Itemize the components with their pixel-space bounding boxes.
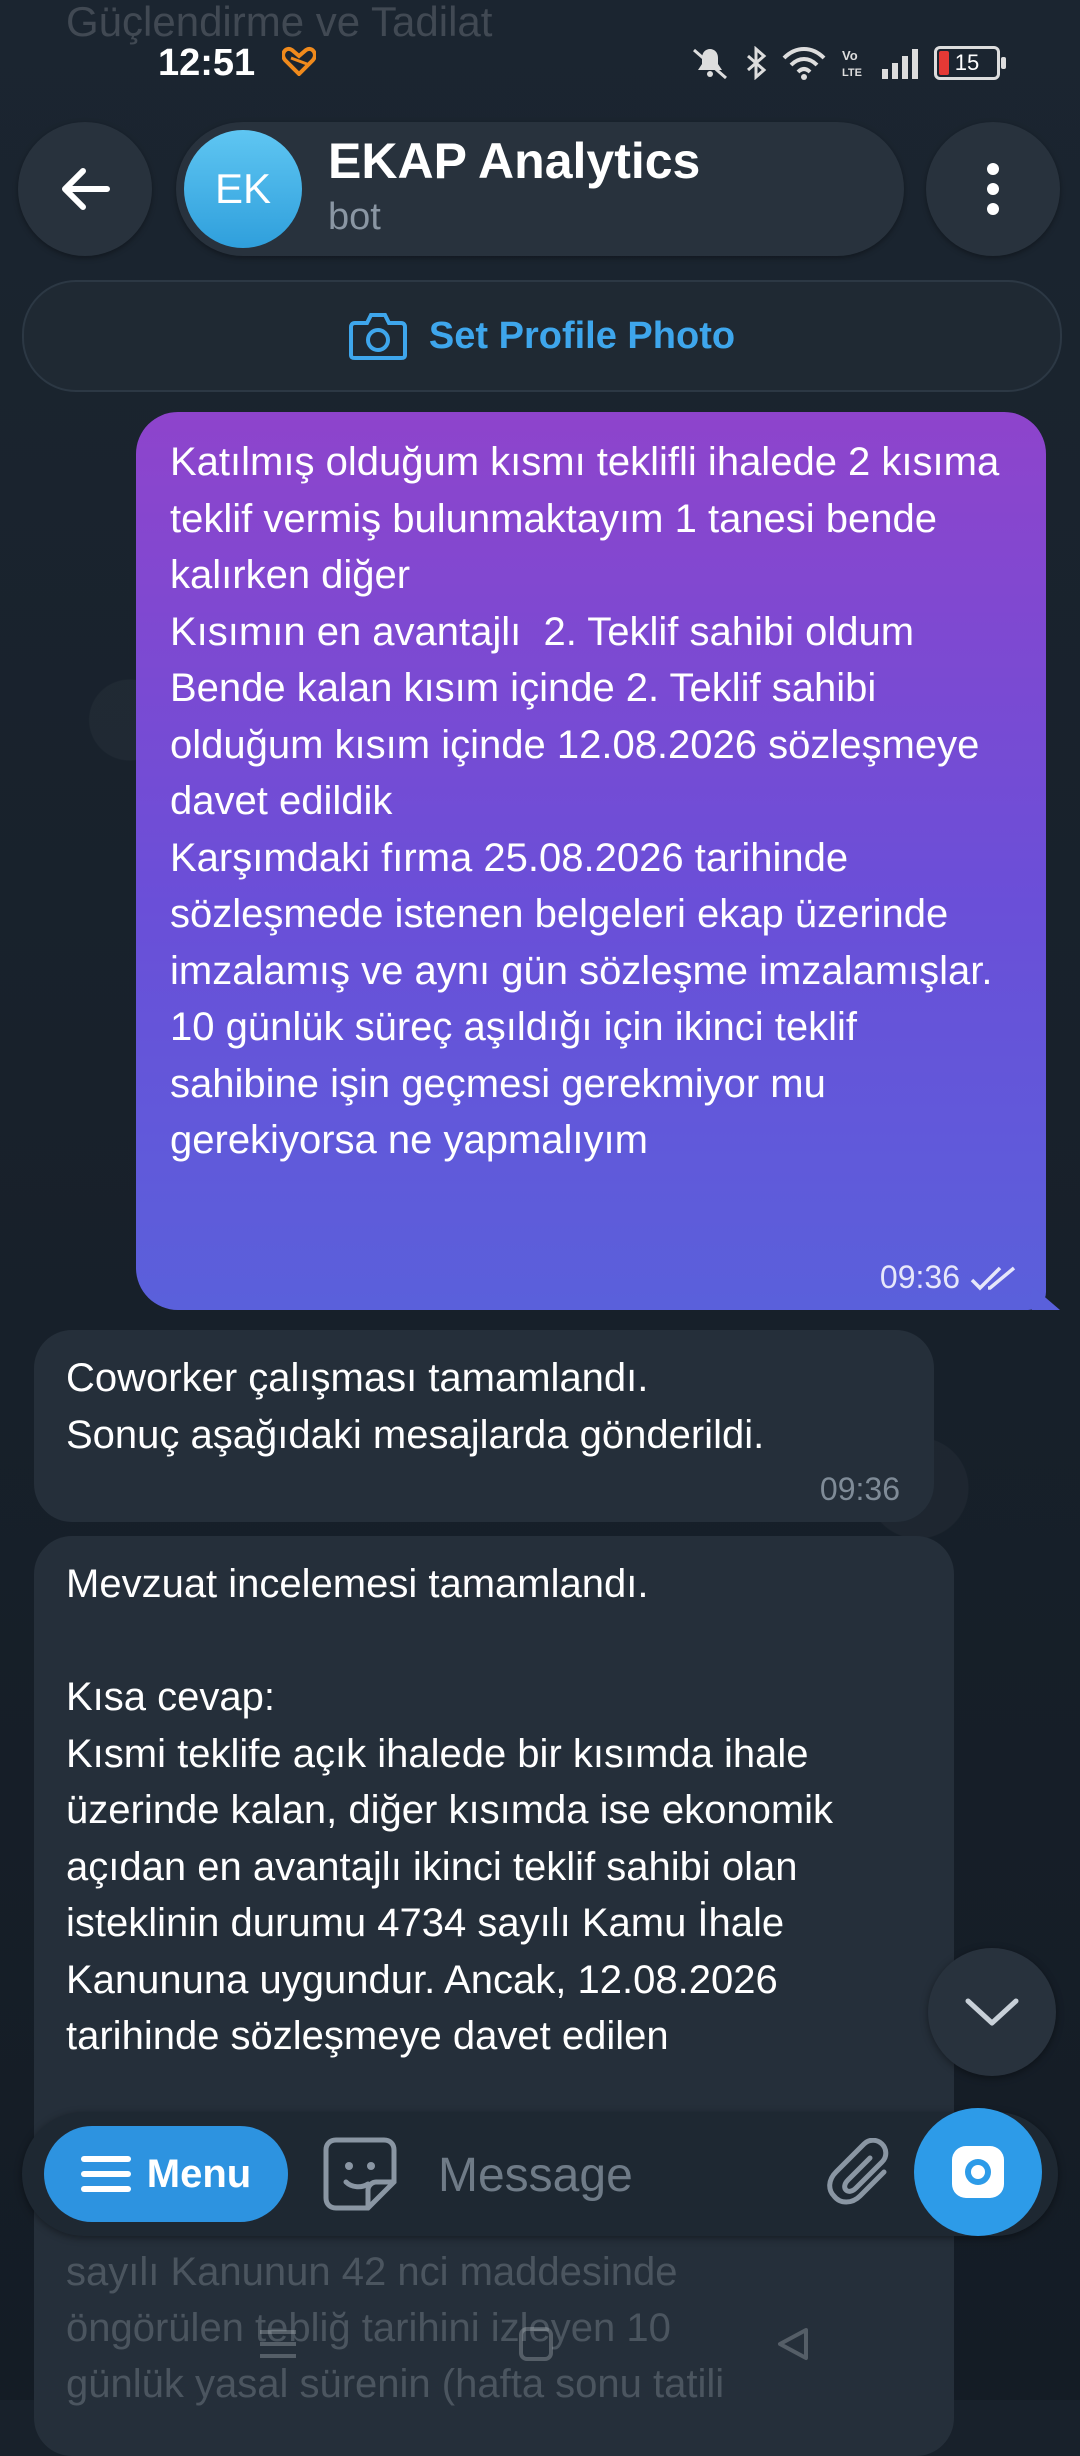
more-vertical-icon — [987, 163, 999, 215]
chat-title: EKAP Analytics — [328, 133, 701, 189]
paperclip-icon[interactable] — [826, 2138, 898, 2210]
outgoing-message[interactable]: Katılmış olduğum kısmı teklifli ihalede … — [136, 412, 1060, 1310]
chat-subtitle: bot — [328, 196, 381, 238]
message-time: 09:36 — [819, 1471, 900, 1507]
nav-back-icon[interactable] — [776, 2326, 810, 2362]
back-arrow-icon — [62, 168, 110, 210]
mute-icon — [693, 48, 727, 80]
message-meta: 09:36 — [880, 1259, 1020, 1296]
camera-icon — [348, 313, 407, 360]
incoming-message-text: Mevzuat incelemesi tamamlandı. Kısa ceva… — [66, 1562, 834, 2058]
scrolled-ghost-text-bottom: sayılı Kanunun 42 nci maddesinde öngörül… — [66, 2250, 725, 2406]
recent-apps-icon[interactable] — [258, 2326, 298, 2362]
outgoing-message-text: Katılmış olduğum kısmı teklifli ihalede … — [170, 440, 1000, 1162]
set-profile-photo-label: Set Profile Photo — [428, 314, 736, 357]
heart-notification-icon — [282, 47, 316, 76]
more-options-button[interactable] — [926, 122, 1060, 256]
home-icon[interactable] — [518, 2326, 554, 2362]
camera-record-button[interactable] — [914, 2108, 1042, 2236]
status-bar: 12:51 Vo LTE 15 — [0, 0, 1080, 120]
status-icons: Vo LTE 15 — [690, 46, 1006, 80]
message-input[interactable] — [436, 2134, 810, 2216]
signal-icon — [882, 49, 918, 79]
avatar[interactable]: EK — [184, 130, 302, 248]
message-time: 09:36 — [879, 1259, 960, 1295]
menu-button-label: Menu — [146, 2151, 252, 2196]
battery-indicator: 15 — [934, 46, 1006, 80]
scroll-to-bottom-button[interactable] — [928, 1948, 1056, 2076]
bot-menu-button[interactable]: Menu — [44, 2126, 288, 2222]
back-button[interactable] — [18, 122, 152, 256]
camera-shutter-icon — [952, 2146, 1004, 2198]
sticker-icon[interactable] — [322, 2136, 398, 2212]
set-profile-photo-button[interactable]: Set Profile Photo — [22, 280, 1062, 392]
svg-text:Vo: Vo — [842, 48, 858, 63]
bluetooth-icon — [747, 46, 767, 80]
svg-text:LTE: LTE — [842, 67, 862, 79]
wifi-icon — [782, 47, 826, 80]
volte-icon: Vo LTE — [842, 48, 862, 79]
read-checks-icon — [970, 1266, 1016, 1290]
incoming-message[interactable]: Coworker çalışması tamamlandı. Sonuç aşa… — [34, 1330, 934, 1522]
menu-icon — [80, 2156, 131, 2192]
incoming-message-text: Coworker çalışması tamamlandı. Sonuç aşa… — [66, 1356, 765, 1457]
status-time: 12:51 — [158, 42, 256, 84]
chevron-down-icon — [965, 1998, 1019, 2026]
chat-header[interactable]: EK EKAP Analytics bot — [176, 122, 904, 256]
message-composer: Menu — [22, 2112, 1058, 2236]
